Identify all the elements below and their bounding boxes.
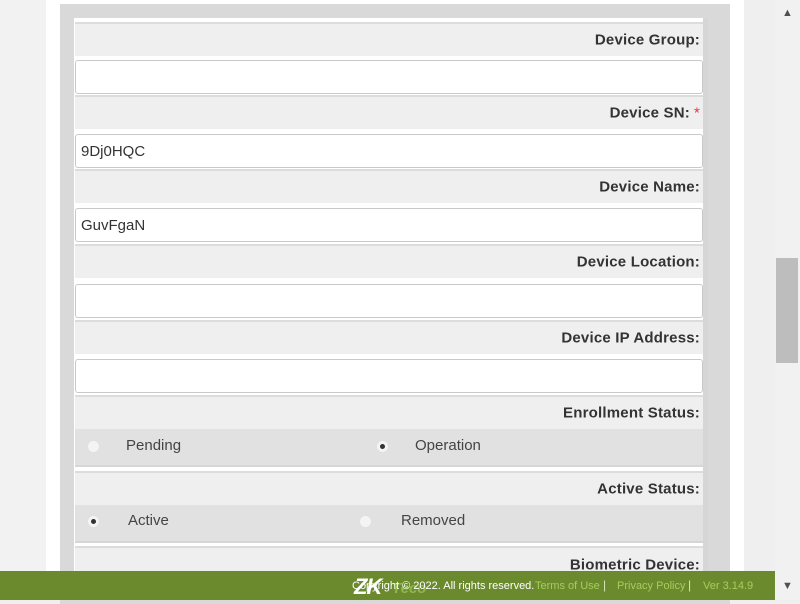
- active-status-label: Active Status:: [597, 480, 700, 498]
- device-location-input[interactable]: [75, 284, 703, 318]
- terms-link[interactable]: Terms of Use: [535, 580, 600, 592]
- removed-label[interactable]: Removed: [401, 512, 465, 529]
- device-name-label: Device Name:: [599, 178, 700, 196]
- device-group-input[interactable]: [75, 60, 703, 94]
- device-sn-input[interactable]: [75, 134, 703, 168]
- scroll-up-icon[interactable]: ▲: [775, 2, 800, 24]
- version-text: Ver 3.14.9: [703, 580, 754, 592]
- device-name-input[interactable]: [75, 208, 703, 242]
- enrollment-status-label: Enrollment Status:: [563, 404, 700, 422]
- device-sn-label: Device SN:: [609, 104, 690, 122]
- privacy-link[interactable]: Privacy Policy: [617, 580, 685, 592]
- removed-radio[interactable]: [359, 515, 372, 528]
- enrollment-operation-radio[interactable]: [376, 440, 389, 453]
- section-divider: [75, 465, 703, 467]
- scrollbar-thumb[interactable]: [776, 258, 798, 363]
- active-status-label-row: Active Status:: [75, 471, 703, 505]
- device-name-label-row: Device Name:: [75, 169, 703, 203]
- copyright-text: Copyright © 2022. All rights reserved.: [352, 580, 535, 592]
- enrollment-operation-label[interactable]: Operation: [415, 437, 481, 454]
- device-location-label: Device Location:: [576, 253, 700, 271]
- enrollment-status-label-row: Enrollment Status:: [75, 395, 703, 429]
- required-asterisk: *: [693, 104, 700, 122]
- device-group-label-row: Device Group:: [75, 22, 703, 56]
- device-location-label-row: Device Location:: [75, 244, 703, 278]
- active-status-options: Active Removed: [75, 505, 703, 541]
- enrollment-pending-label[interactable]: Pending: [126, 437, 181, 454]
- enrollment-pending-radio[interactable]: [87, 440, 100, 453]
- device-ip-input[interactable]: [75, 359, 703, 393]
- active-label[interactable]: Active: [128, 512, 169, 529]
- device-sn-label-row: Device SN: *: [75, 95, 703, 129]
- page-background: [0, 0, 46, 600]
- device-ip-label-row: Device IP Address:: [75, 320, 703, 354]
- vertical-scrollbar[interactable]: ▲ ▼: [775, 0, 800, 600]
- device-ip-label: Device IP Address:: [561, 329, 700, 347]
- device-group-label: Device Group:: [594, 31, 700, 49]
- scroll-down-icon[interactable]: ▼: [775, 575, 800, 597]
- active-radio[interactable]: [87, 515, 100, 528]
- footer-separator: |: [688, 578, 692, 592]
- form-gutter: [703, 18, 708, 578]
- footer-separator: |: [603, 578, 607, 592]
- section-divider: [75, 541, 703, 543]
- enrollment-status-options: Pending Operation: [75, 429, 703, 465]
- page-footer: ZK Teco Copyright © 2022. All rights res…: [0, 571, 775, 600]
- device-sn-label-wrap: Device SN: *: [610, 105, 700, 122]
